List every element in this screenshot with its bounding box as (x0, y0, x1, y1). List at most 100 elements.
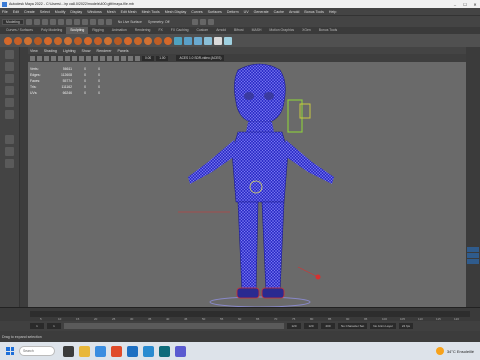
windows-start-icon[interactable] (6, 347, 14, 355)
textured-icon[interactable] (100, 55, 105, 61)
repeat-tool-icon[interactable] (84, 36, 92, 45)
snap-grid-icon[interactable] (89, 19, 96, 25)
pinch-tool-icon[interactable] (44, 36, 52, 45)
live-surface-label[interactable]: No Live Surface (118, 20, 142, 24)
shelf-tab-poly-modeling[interactable]: Poly Modeling (37, 27, 66, 34)
range-bar[interactable] (64, 323, 284, 329)
anim-layer-dropdown[interactable]: No Anim Layer (370, 323, 396, 329)
close-icon[interactable]: ✕ (470, 2, 480, 7)
four-view-layout-icon[interactable] (5, 147, 14, 156)
color-space-dropdown[interactable]: ACES 1.0 SDR-video (ACES) (176, 55, 225, 61)
shelf-tab-rigging[interactable]: Rigging (88, 27, 108, 34)
film-gate-icon[interactable] (65, 55, 70, 61)
rotate-tool-icon[interactable] (5, 98, 14, 107)
imprint-tool-icon[interactable] (94, 36, 102, 45)
outliner-strip[interactable] (20, 47, 28, 307)
gamma-field[interactable]: 1.00 (156, 55, 169, 61)
menu-file[interactable]: File (2, 10, 8, 14)
image-plane-icon[interactable] (51, 55, 56, 61)
invert-freeze-icon[interactable] (204, 36, 212, 45)
smooth-tool-icon[interactable] (14, 36, 22, 45)
range-start-field[interactable]: 1 (47, 323, 61, 329)
menu-edit-mesh[interactable]: Edit Mesh (121, 10, 137, 14)
menu-mesh[interactable]: Mesh (107, 10, 116, 14)
perspective-viewport[interactable]: View Shading Lighting Show Renderer Pane… (28, 47, 466, 307)
channel-row[interactable] (467, 259, 479, 264)
shelf-tab-motion-graphics[interactable]: Motion Graphics (265, 27, 298, 34)
range-end-field[interactable]: 120 (287, 323, 301, 329)
freeze-tool-icon[interactable] (174, 36, 182, 45)
shelf-tab-sculpting[interactable]: Sculpting (66, 27, 89, 34)
end-time-field[interactable]: 120 (304, 323, 318, 329)
viewport-menu-view[interactable]: View (30, 49, 38, 53)
menu-create[interactable]: Create (24, 10, 35, 14)
menu-select[interactable]: Select (40, 10, 50, 14)
select-by-component-icon[interactable] (81, 19, 88, 25)
mirror-icon[interactable] (224, 36, 232, 45)
menu-bonus-tools[interactable]: Bonus Tools (304, 10, 324, 14)
xray-icon[interactable] (128, 55, 133, 61)
redo-icon[interactable] (57, 19, 64, 25)
smear-tool-icon[interactable] (144, 36, 152, 45)
smooth-shade-icon[interactable] (86, 55, 91, 61)
viewport-menu-renderer[interactable]: Renderer (97, 49, 112, 53)
menu-modify[interactable]: Modify (55, 10, 66, 14)
channel-row[interactable] (467, 253, 479, 258)
lasso-tool-icon[interactable] (5, 62, 14, 71)
menu-arnold[interactable]: Arnold (289, 10, 299, 14)
menu-deform[interactable]: Deform (227, 10, 239, 14)
menu-uv[interactable]: UV (244, 10, 249, 14)
shelf-tab-curves-surfaces[interactable]: Curves / Surfaces (2, 27, 37, 34)
fill-tool-icon[interactable] (124, 36, 132, 45)
menu-edit[interactable]: Edit (13, 10, 19, 14)
single-perspective-layout-icon[interactable] (5, 135, 14, 144)
task-view-icon[interactable] (63, 345, 74, 357)
shelf-tab-bifrost[interactable]: Bifrost (230, 27, 248, 34)
paint-select-tool-icon[interactable] (5, 74, 14, 83)
edge-icon[interactable] (95, 345, 106, 357)
menu-cache[interactable]: Cache (274, 10, 284, 14)
scrape-tool-icon[interactable] (114, 36, 122, 45)
use-all-lights-icon[interactable] (107, 55, 112, 61)
menu-surfaces[interactable]: Surfaces (208, 10, 222, 14)
new-scene-icon[interactable] (25, 19, 32, 25)
grid-toggle-icon[interactable] (58, 55, 63, 61)
viewport-menu-panels[interactable]: Panels (118, 49, 129, 53)
channel-row[interactable] (467, 247, 479, 252)
menu-curves[interactable]: Curves (191, 10, 202, 14)
taskbar-search[interactable]: Search (19, 346, 55, 356)
snap-point-icon[interactable] (105, 19, 112, 25)
wireframe-icon[interactable] (79, 55, 84, 61)
shelf-tab-fx[interactable]: FX (154, 27, 166, 34)
photos-icon[interactable] (143, 345, 154, 357)
render-icon[interactable] (191, 19, 198, 25)
sculpt-settings-icon[interactable] (214, 36, 222, 45)
weather-text[interactable]: 34°C Ensoleillé (447, 349, 474, 354)
app-icon[interactable] (175, 345, 186, 357)
snap-curve-icon[interactable] (97, 19, 104, 25)
camera-attributes-icon[interactable] (37, 55, 42, 61)
resolution-gate-icon[interactable] (72, 55, 77, 61)
shelf-tab-custom[interactable]: Custom (193, 27, 213, 34)
mail-icon[interactable] (127, 345, 138, 357)
time-slider[interactable]: 5 10 15 20 25 30 35 40 45 50 55 60 65 70… (0, 307, 480, 321)
ambient-occlusion-icon[interactable] (121, 55, 126, 61)
select-tool-icon[interactable] (5, 50, 14, 59)
character-set-dropdown[interactable]: No Character Set (338, 323, 368, 329)
persp-outliner-layout-icon[interactable] (5, 159, 14, 168)
amplify-tool-icon[interactable] (164, 36, 172, 45)
shelf-tab-animation[interactable]: Animation (108, 27, 131, 34)
unfreeze-icon[interactable] (194, 36, 202, 45)
camera-select-icon[interactable] (30, 55, 35, 61)
menu-help[interactable]: Help (329, 10, 336, 14)
select-by-hierarchy-icon[interactable] (65, 19, 72, 25)
open-scene-icon[interactable] (33, 19, 40, 25)
menu-set-dropdown[interactable]: Modeling (2, 19, 24, 25)
shelf-tab-bonus-tools[interactable]: Bonus Tools (315, 27, 341, 34)
maximize-icon[interactable]: ☐ (460, 2, 470, 7)
file-explorer-icon[interactable] (79, 345, 90, 357)
undo-icon[interactable] (49, 19, 56, 25)
flatten-tool-icon[interactable] (54, 36, 62, 45)
start-time-field[interactable]: 1 (30, 323, 44, 329)
isolate-select-icon[interactable] (135, 55, 140, 61)
